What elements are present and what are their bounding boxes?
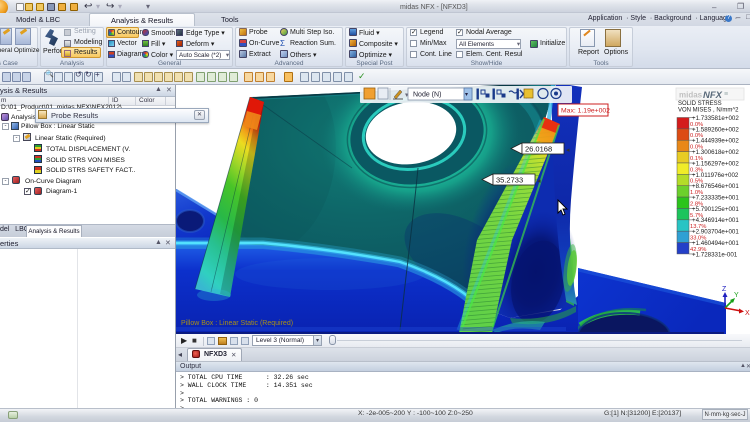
svg-text:midas: midas: [679, 91, 703, 100]
svg-text:0.5%: 0.5%: [690, 179, 703, 185]
svg-text:Y: Y: [734, 292, 739, 299]
svg-text:Pillow Box : Linear Static (Re: Pillow Box : Linear Static (Required): [181, 320, 293, 327]
svg-text:SOLID STRESS: SOLID STRESS: [678, 101, 722, 107]
svg-text:X: X: [745, 310, 750, 317]
svg-text:≡: ≡: [724, 91, 728, 98]
svg-text:33.0%: 33.0%: [690, 236, 706, 242]
svg-text:Z: Z: [722, 286, 727, 293]
svg-text:▾: ▾: [465, 92, 468, 98]
svg-text:Max: 1.19e+002: Max: 1.19e+002: [561, 108, 610, 115]
svg-text:2.8%: 2.8%: [690, 201, 703, 207]
svg-text:0.3%: 0.3%: [690, 167, 703, 173]
svg-text:NFX: NFX: [703, 90, 723, 101]
svg-text:0.1%: 0.1%: [690, 156, 703, 162]
svg-text:0.0%: 0.0%: [690, 145, 703, 151]
svg-text:5.7%: 5.7%: [690, 213, 703, 219]
svg-text:0.0%: 0.0%: [690, 122, 703, 128]
svg-text:0.0%: 0.0%: [690, 133, 703, 139]
svg-text:◂: ◂: [566, 147, 570, 154]
svg-text:13.7%: 13.7%: [690, 224, 706, 230]
svg-text:Node (N): Node (N): [413, 92, 441, 99]
svg-text:VON MISES , N/mm^2: VON MISES , N/mm^2: [678, 108, 739, 114]
svg-text:42.9%: 42.9%: [690, 247, 706, 253]
svg-text:◂: ◂: [537, 178, 541, 185]
svg-text:26.0168: 26.0168: [525, 145, 552, 154]
svg-text:35.2733: 35.2733: [496, 176, 523, 185]
svg-text:1.0%: 1.0%: [690, 190, 703, 196]
